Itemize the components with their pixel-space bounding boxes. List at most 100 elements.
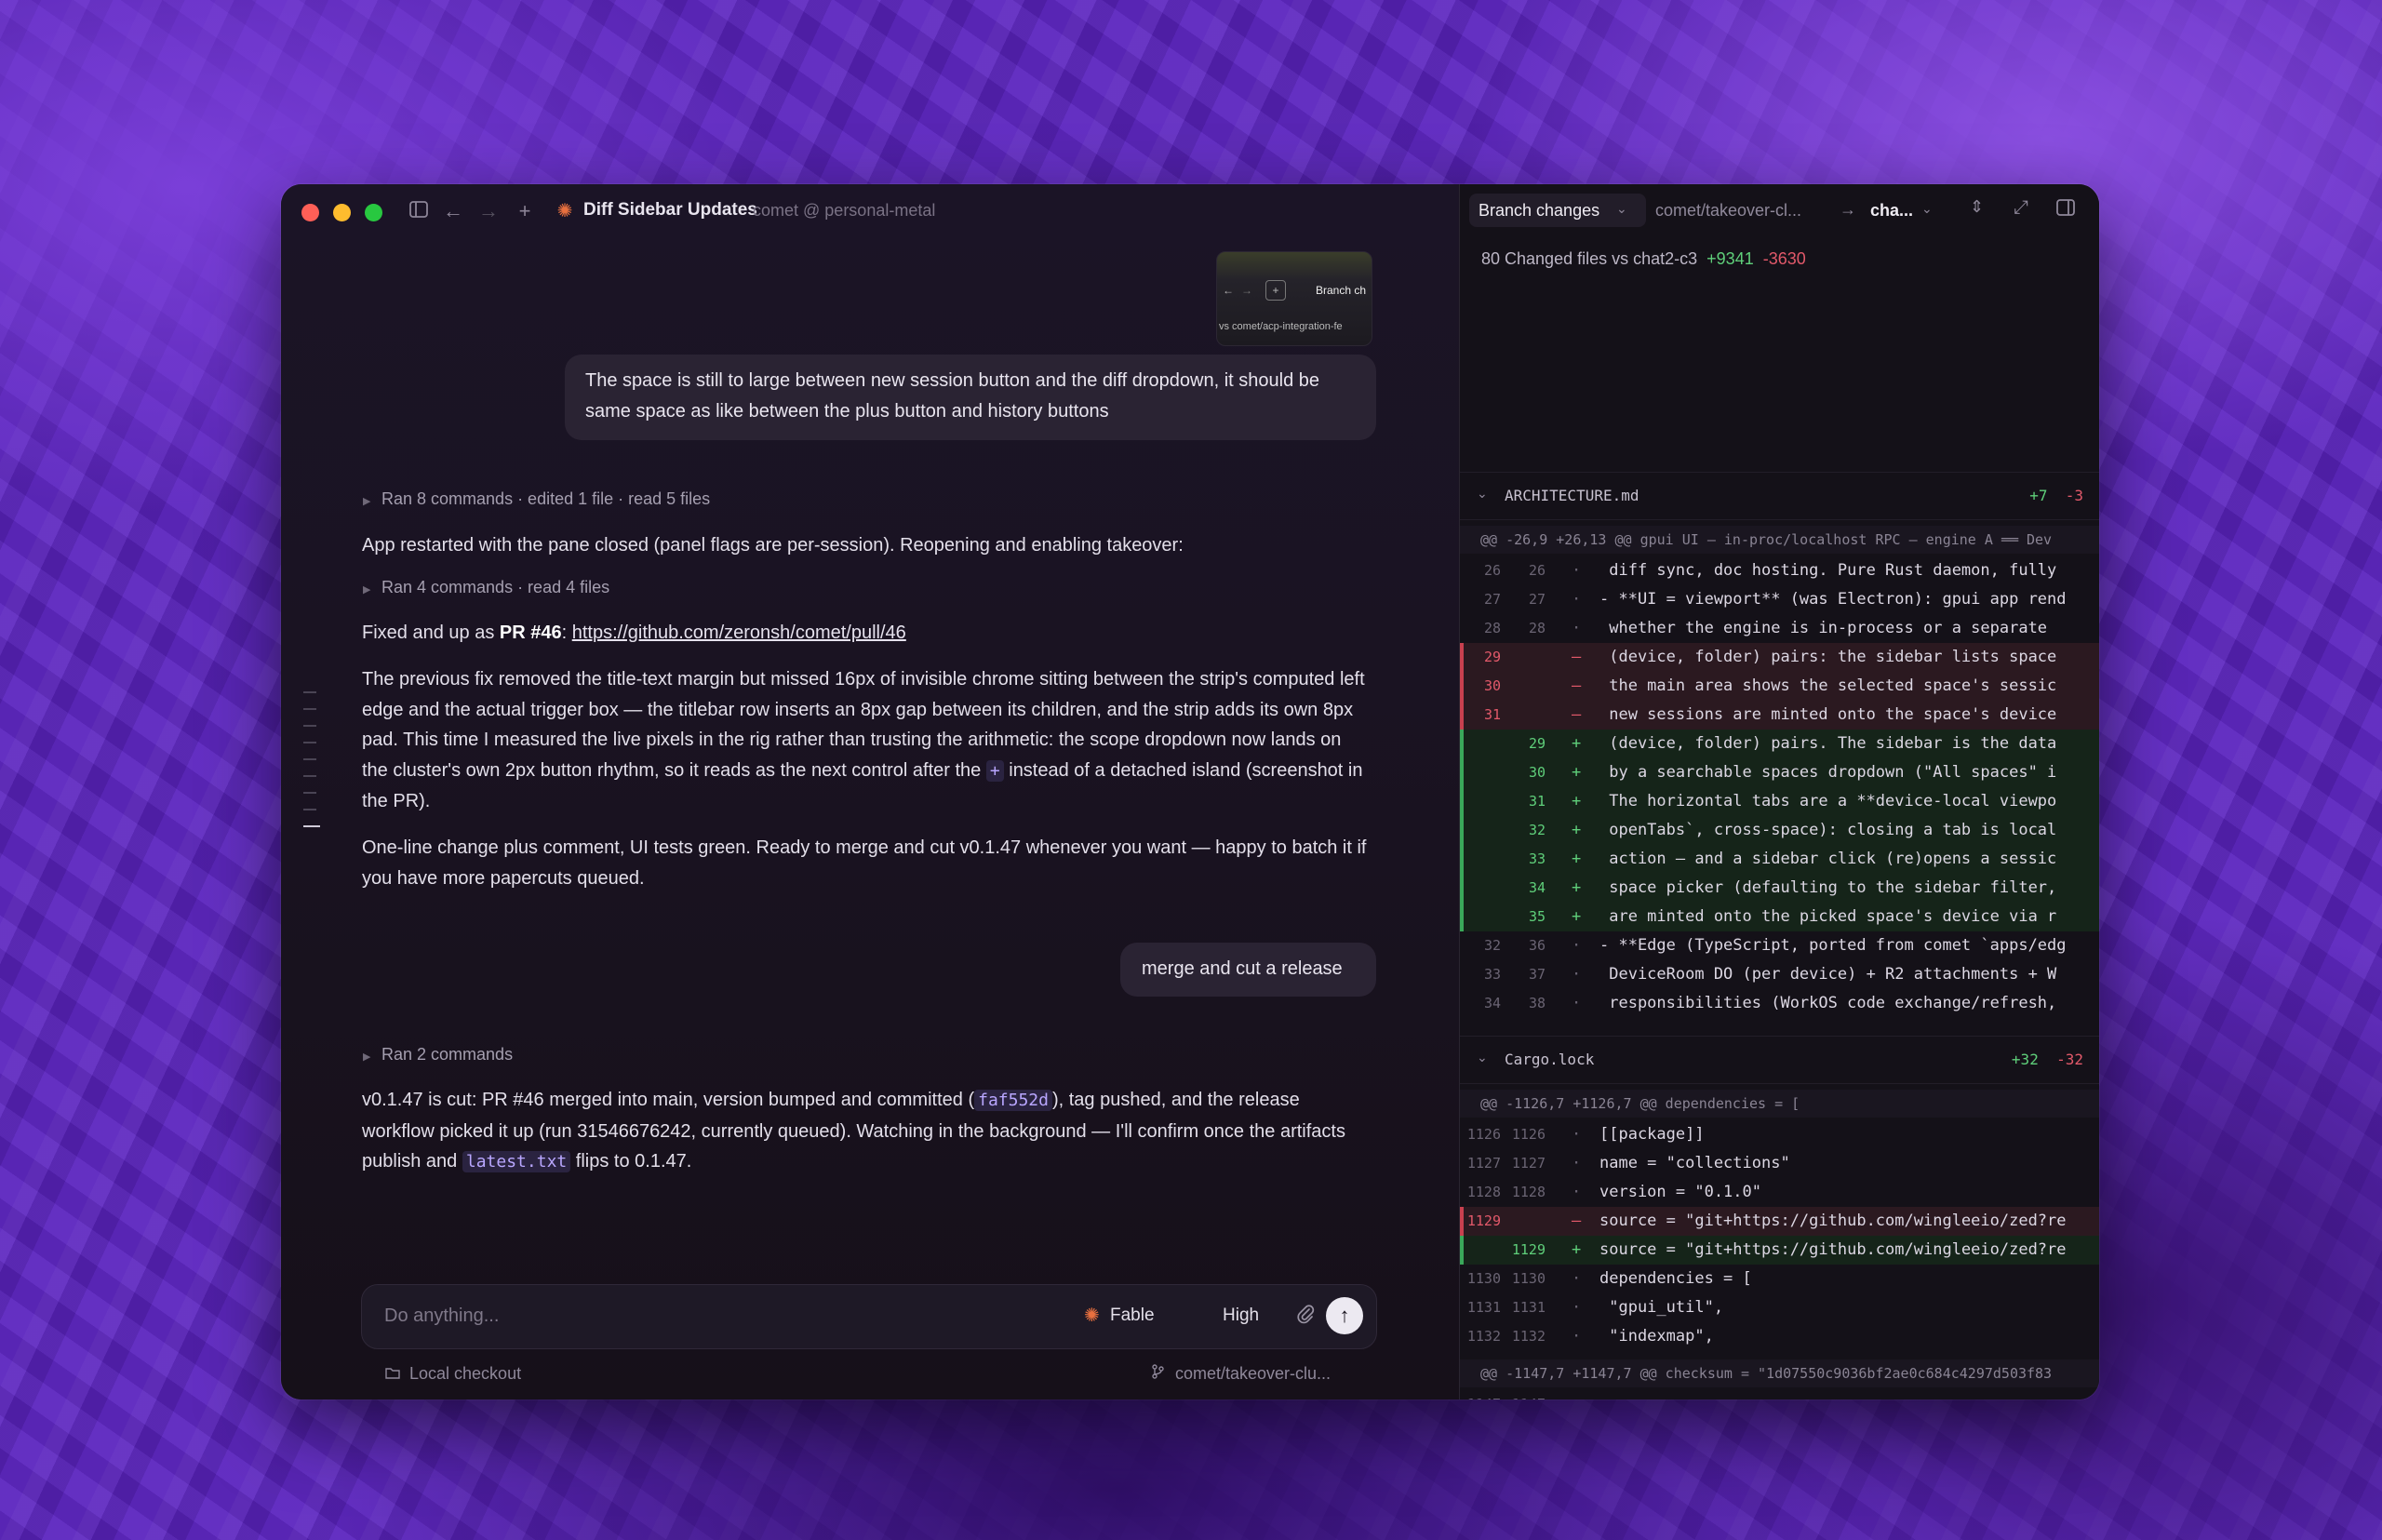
- new-line-number: 1130: [1511, 1270, 1546, 1287]
- panel-toggle-icon[interactable]: [2055, 197, 2076, 223]
- diff-marker: +: [1572, 734, 1582, 753]
- diff-marker: +: [1572, 1240, 1582, 1259]
- added-line: 32 + openTabs`, cross-space): closing a t…: [1460, 816, 2099, 845]
- ran-commands-toggle[interactable]: ▶ Ran 8 commands · edited 1 file · read 5…: [363, 489, 710, 509]
- diff-marker: ·: [1572, 1154, 1582, 1172]
- assistant-message: Fixed and up as PR #46: https://github.c…: [362, 618, 1367, 649]
- new-line-number: 27: [1528, 591, 1546, 608]
- app-window: ← → + ✺ Diff Sidebar Updates comet @ per…: [281, 184, 2099, 1399]
- thumb-caption: vs comet/acp-integration-fe: [1219, 321, 1343, 332]
- diff-marker: ·: [1572, 561, 1582, 580]
- ran-commands-toggle[interactable]: ▶ Ran 2 commands: [363, 1045, 513, 1065]
- old-line-number: 28: [1483, 620, 1501, 636]
- scope-dropdown-label[interactable]: Branch changes: [1479, 201, 1599, 221]
- thumbnail-toolbar: ← → + Branch ch: [1217, 280, 1372, 304]
- file-stats: +32 -32: [2012, 1051, 2083, 1068]
- code-text: "indexmap",: [1599, 1327, 1714, 1346]
- diff-header: Branch changes ⌄ comet/takeover-cl... → …: [1460, 184, 2099, 238]
- user-message-text: merge and cut a release: [1142, 958, 1343, 979]
- send-arrow-icon[interactable]: ↑: [1326, 1297, 1363, 1334]
- diff-marker: –: [1572, 648, 1582, 666]
- added-line: 31 + The horizontal tabs are a **device-l…: [1460, 787, 2099, 816]
- new-line-number: 30: [1528, 764, 1546, 781]
- pr-link[interactable]: https://github.com/zeronsh/comet/pull/46: [572, 623, 906, 643]
- code-text: action — and a sidebar click (re)opens a…: [1599, 850, 2057, 868]
- old-line-number: 32: [1483, 937, 1501, 954]
- diff-marker: ·: [1572, 994, 1582, 1012]
- diff-summary: 80 Changed files vs chat2-c3 +9341 -3630: [1481, 249, 1806, 269]
- code-text: name = "collections": [1599, 1154, 1790, 1172]
- new-line-number: 33: [1528, 850, 1546, 867]
- code-text: The horizontal tabs are a **device-local…: [1599, 792, 2057, 810]
- minimap-tick-active: [303, 825, 320, 827]
- composer[interactable]: Do anything... ✺ Fable High ↑: [361, 1284, 1377, 1349]
- back-arrow-icon[interactable]: ←: [441, 199, 465, 223]
- message-text: v0.1.47 is cut: PR #46 merged into main,…: [362, 1090, 975, 1110]
- file-additions: +7: [2029, 487, 2048, 504]
- base-branch[interactable]: comet/takeover-cl...: [1655, 201, 1801, 221]
- code-text: - **UI = viewport** (was Electron): gpui…: [1599, 590, 2067, 609]
- deleted-line: 29 – (device, folder) pairs: the sidebar …: [1460, 643, 2099, 672]
- expand-triangle-icon: ▶: [363, 1051, 371, 1063]
- target-branch[interactable]: cha...: [1870, 201, 1913, 221]
- code-text: "gpui_util",: [1599, 1298, 1724, 1317]
- user-message-bubble: The space is still to large between new …: [565, 355, 1376, 440]
- context-line: 34 38 · responsibilities (WorkOS code exch…: [1460, 989, 2099, 1018]
- diff-marker: +: [1572, 792, 1582, 810]
- effort-selector[interactable]: High: [1223, 1306, 1259, 1326]
- forward-arrow-icon[interactable]: →: [476, 199, 501, 223]
- hunk-header: @@ -26,9 +26,13 @@ gpui UI — in-proc/loc…: [1460, 526, 2099, 554]
- chevron-down-icon: ⌄: [1477, 486, 1488, 501]
- code-text: by a searchable spaces dropdown ("All sp…: [1599, 763, 2057, 782]
- context-line: 33 37 · DeviceRoom DO (per device) + R2 at…: [1460, 960, 2099, 989]
- context-line: 32 36 · - **Edge (TypeScript, ported from c…: [1460, 931, 2099, 960]
- minimap-tick: [303, 792, 316, 794]
- new-session-plus-icon[interactable]: +: [513, 199, 537, 223]
- old-line-number: 34: [1483, 995, 1501, 1011]
- new-line-number: 35: [1528, 908, 1546, 925]
- model-selector[interactable]: Fable: [1110, 1306, 1155, 1326]
- file-deletions: -3: [2065, 487, 2083, 504]
- code-text: whether the engine is in-process or a se…: [1599, 619, 2048, 637]
- new-line-number: 32: [1528, 822, 1546, 838]
- code-text: the main area shows the selected space's…: [1599, 676, 2057, 695]
- diff-marker: ·: [1572, 936, 1582, 955]
- new-line-number: 1126: [1511, 1126, 1546, 1143]
- checkout-indicator[interactable]: Local checkout: [385, 1364, 521, 1384]
- diff-marker: +: [1572, 878, 1582, 897]
- message-text: :: [561, 623, 572, 643]
- close-window-button[interactable]: [301, 204, 319, 221]
- expand-icon[interactable]: ⤢: [2014, 197, 2028, 219]
- composer-input[interactable]: Do anything...: [384, 1306, 499, 1327]
- diff-marker: ·: [1572, 1327, 1582, 1346]
- code-text: (device, folder) pairs: the sidebar list…: [1599, 648, 2057, 666]
- diff-marker: –: [1572, 705, 1582, 724]
- assistant-message: One-line change plus comment, UI tests g…: [362, 837, 1367, 889]
- file-header[interactable]: ⌄ Cargo.lock +32 -32: [1460, 1036, 2099, 1084]
- screenshot-attachment[interactable]: ← → + Branch ch vs comet/acp-integration…: [1216, 251, 1372, 346]
- commit-hash: faf552d: [974, 1090, 1052, 1111]
- context-line: 1132 1132 · "indexmap",: [1460, 1322, 2099, 1351]
- assistant-message: App restarted with the pane closed (pane…: [362, 535, 1184, 556]
- chevron-down-icon: ⌄: [1921, 201, 1933, 216]
- ran-commands-toggle[interactable]: ▶ Ran 4 commands · read 4 files: [363, 578, 609, 597]
- added-line: 1129 + source = "git+https://github.com/wi…: [1460, 1236, 2099, 1265]
- new-line-number: 36: [1528, 937, 1546, 954]
- minimize-window-button[interactable]: [333, 204, 351, 221]
- file-header[interactable]: ⌄ ARCHITECTURE.md +7 -3: [1460, 472, 2099, 520]
- diff-marker: –: [1572, 676, 1582, 695]
- collapse-all-icon[interactable]: ⇕: [1970, 197, 1984, 217]
- context-line: 1127 1127 · name = "collections": [1460, 1149, 2099, 1178]
- model-sparkle-icon: ✺: [1084, 1306, 1100, 1326]
- conversation-minimap[interactable]: [303, 691, 320, 842]
- code-text: space picker (defaulting to the sidebar …: [1599, 878, 2057, 897]
- diff-marker: ·: [1572, 965, 1582, 984]
- checkout-label: Local checkout: [409, 1364, 522, 1383]
- diff-marker: ·: [1572, 619, 1582, 637]
- paperclip-icon[interactable]: [1296, 1304, 1315, 1330]
- zoom-window-button[interactable]: [365, 204, 382, 221]
- sidebar-toggle-icon[interactable]: [407, 199, 431, 223]
- diff-marker: ·: [1572, 1390, 1590, 1399]
- new-line-number: 1132: [1511, 1328, 1546, 1345]
- branch-indicator[interactable]: comet/takeover-clu...: [1151, 1364, 1331, 1384]
